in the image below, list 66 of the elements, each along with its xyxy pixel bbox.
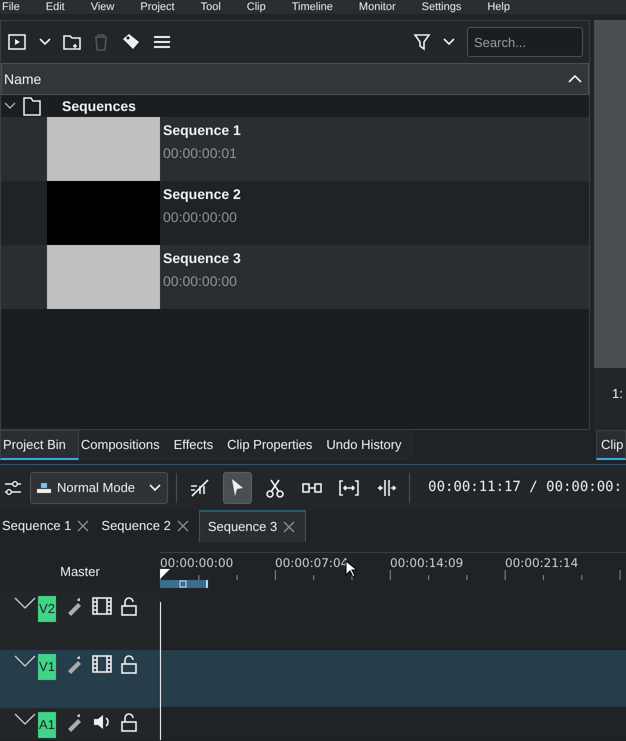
zone-bar[interactable] xyxy=(160,580,208,588)
track-name[interactable]: V1 xyxy=(38,654,56,680)
ruler-timecode: 00:00:21:14 xyxy=(505,555,578,572)
folder-name[interactable]: Sequences xyxy=(62,96,136,116)
sequence-tab[interactable]: Sequence 3 xyxy=(198,510,306,542)
pointer-icon xyxy=(232,479,243,496)
menu-item[interactable]: Tool xyxy=(200,0,221,14)
clip-duration: 00:00:00:00 xyxy=(163,272,238,291)
menu-item[interactable]: Monitor xyxy=(358,0,396,14)
monitor-timecode: 1: xyxy=(612,386,623,401)
dropdown-caret-icon[interactable] xyxy=(443,37,455,47)
add-clip-icon[interactable] xyxy=(7,32,27,52)
monitor-tab[interactable]: Clip xyxy=(596,430,626,460)
master-label: Master xyxy=(59,563,101,582)
track-header[interactable]: V1 xyxy=(0,650,160,708)
column-title: Name xyxy=(4,70,42,88)
clip-duration: 00:00:00:00 xyxy=(163,208,238,227)
menu-item[interactable]: View xyxy=(90,0,114,14)
dock-tab[interactable]: Undo History xyxy=(324,430,414,460)
close-icon[interactable] xyxy=(283,521,296,533)
speaker-icon[interactable] xyxy=(92,712,112,732)
close-icon[interactable] xyxy=(176,520,189,532)
menu-item[interactable]: Help xyxy=(487,0,510,14)
lock-icon[interactable] xyxy=(120,596,138,616)
close-icon[interactable] xyxy=(77,520,90,532)
clip-name[interactable]: Sequence 2 xyxy=(163,184,241,205)
dock-tab[interactable]: Compositions xyxy=(78,430,172,460)
sequence-tab[interactable]: Sequence 1 xyxy=(0,510,100,542)
ruler-timecode: 00:00:14:09 xyxy=(390,555,464,572)
track-name[interactable]: V2 xyxy=(38,596,56,622)
column-header[interactable]: Name xyxy=(1,63,589,95)
track-name[interactable]: A1 xyxy=(38,712,56,738)
menu-item[interactable]: Project xyxy=(140,0,175,14)
ruler-timecode: 00:00:00:00 xyxy=(160,555,234,572)
new-folder-icon[interactable] xyxy=(63,33,81,51)
tags-icon[interactable] xyxy=(121,33,141,51)
menu-item[interactable]: Edit xyxy=(46,0,65,14)
mouse-cursor-icon xyxy=(345,560,357,578)
dock-tab[interactable]: Project Bin xyxy=(0,430,79,460)
dock-tab[interactable]: Clip Properties xyxy=(225,430,324,460)
mode-dropdown[interactable]: Normal Mode xyxy=(30,472,168,504)
lock-icon[interactable] xyxy=(120,712,138,732)
menu-item[interactable]: File xyxy=(2,0,20,14)
clip-duration: 00:00:00:01 xyxy=(163,144,238,163)
dock-tab[interactable]: Effects xyxy=(172,430,226,460)
clip-name[interactable]: Sequence 1 xyxy=(163,120,241,141)
track-mode-icon xyxy=(37,480,51,494)
dropdown-caret-icon[interactable] xyxy=(39,37,51,47)
sequence-tab[interactable]: Sequence 2 xyxy=(99,510,199,542)
film-icon[interactable] xyxy=(92,654,112,674)
settings-sliders-icon[interactable] xyxy=(4,478,22,496)
filter-icon[interactable] xyxy=(413,33,431,51)
menu-item[interactable]: Clip xyxy=(246,0,266,14)
menu-item[interactable]: Timeline xyxy=(292,0,333,14)
menu-icon[interactable] xyxy=(153,34,171,50)
clip-name[interactable]: Sequence 3 xyxy=(163,248,241,269)
menu-item[interactable]: Settings xyxy=(422,0,462,14)
dropdown-caret-icon xyxy=(149,482,162,492)
track-header[interactable]: V2 xyxy=(0,592,160,650)
film-icon[interactable] xyxy=(92,596,112,616)
timecode-display: 00:00:11:17 / 00:00:00: xyxy=(428,478,622,497)
ruler-timecode: 00:00:07:04 xyxy=(275,555,348,572)
search-field[interactable]: Search... xyxy=(467,27,583,57)
pointer-button[interactable] xyxy=(222,472,252,504)
track-header[interactable]: A1 xyxy=(0,708,160,740)
lock-icon[interactable] xyxy=(120,654,138,674)
